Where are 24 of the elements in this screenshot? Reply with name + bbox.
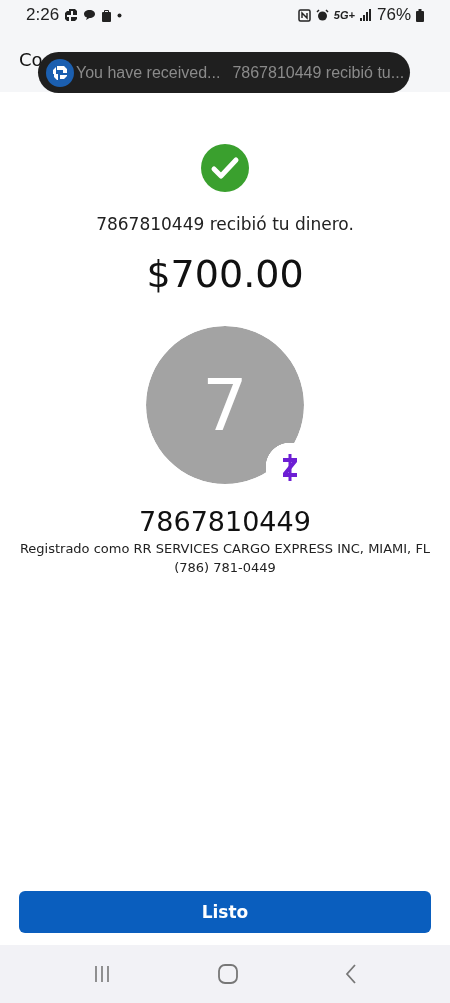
chat-icon xyxy=(83,9,97,21)
dot-icon xyxy=(117,12,123,18)
amount: $700.00 xyxy=(146,252,304,296)
zelle-logo-icon xyxy=(283,454,297,481)
status-time: 2:26 xyxy=(26,5,60,25)
registered-name: Registrado como RR SERVICES CARGO EXPRESS INC, MIAMI, FL xyxy=(19,541,431,556)
recipient-name: 7867810449 xyxy=(139,506,311,537)
notification-text: 7867810449 recibió tu... xyxy=(232,63,405,82)
confirmation-message: 7867810449 recibió tu dinero. xyxy=(96,214,354,234)
back-icon[interactable] xyxy=(344,964,357,984)
nfc-icon xyxy=(297,8,311,22)
battery-percent: 76% xyxy=(376,5,411,25)
recipient-avatar: 7 xyxy=(146,326,304,484)
done-button[interactable]: Listo xyxy=(19,891,431,933)
signal-icon xyxy=(359,9,372,21)
network-label: 5G+ xyxy=(333,9,355,21)
recipient-phone: (786) 781-0449 xyxy=(174,560,276,575)
home-icon[interactable] xyxy=(218,964,238,984)
recent-apps-icon[interactable] xyxy=(93,965,112,983)
success-check-icon xyxy=(201,144,249,192)
battery-icon xyxy=(416,8,424,22)
alarm-icon xyxy=(315,8,329,22)
notification-title: You have received... xyxy=(76,63,221,82)
shopping-bag-icon xyxy=(101,8,113,22)
